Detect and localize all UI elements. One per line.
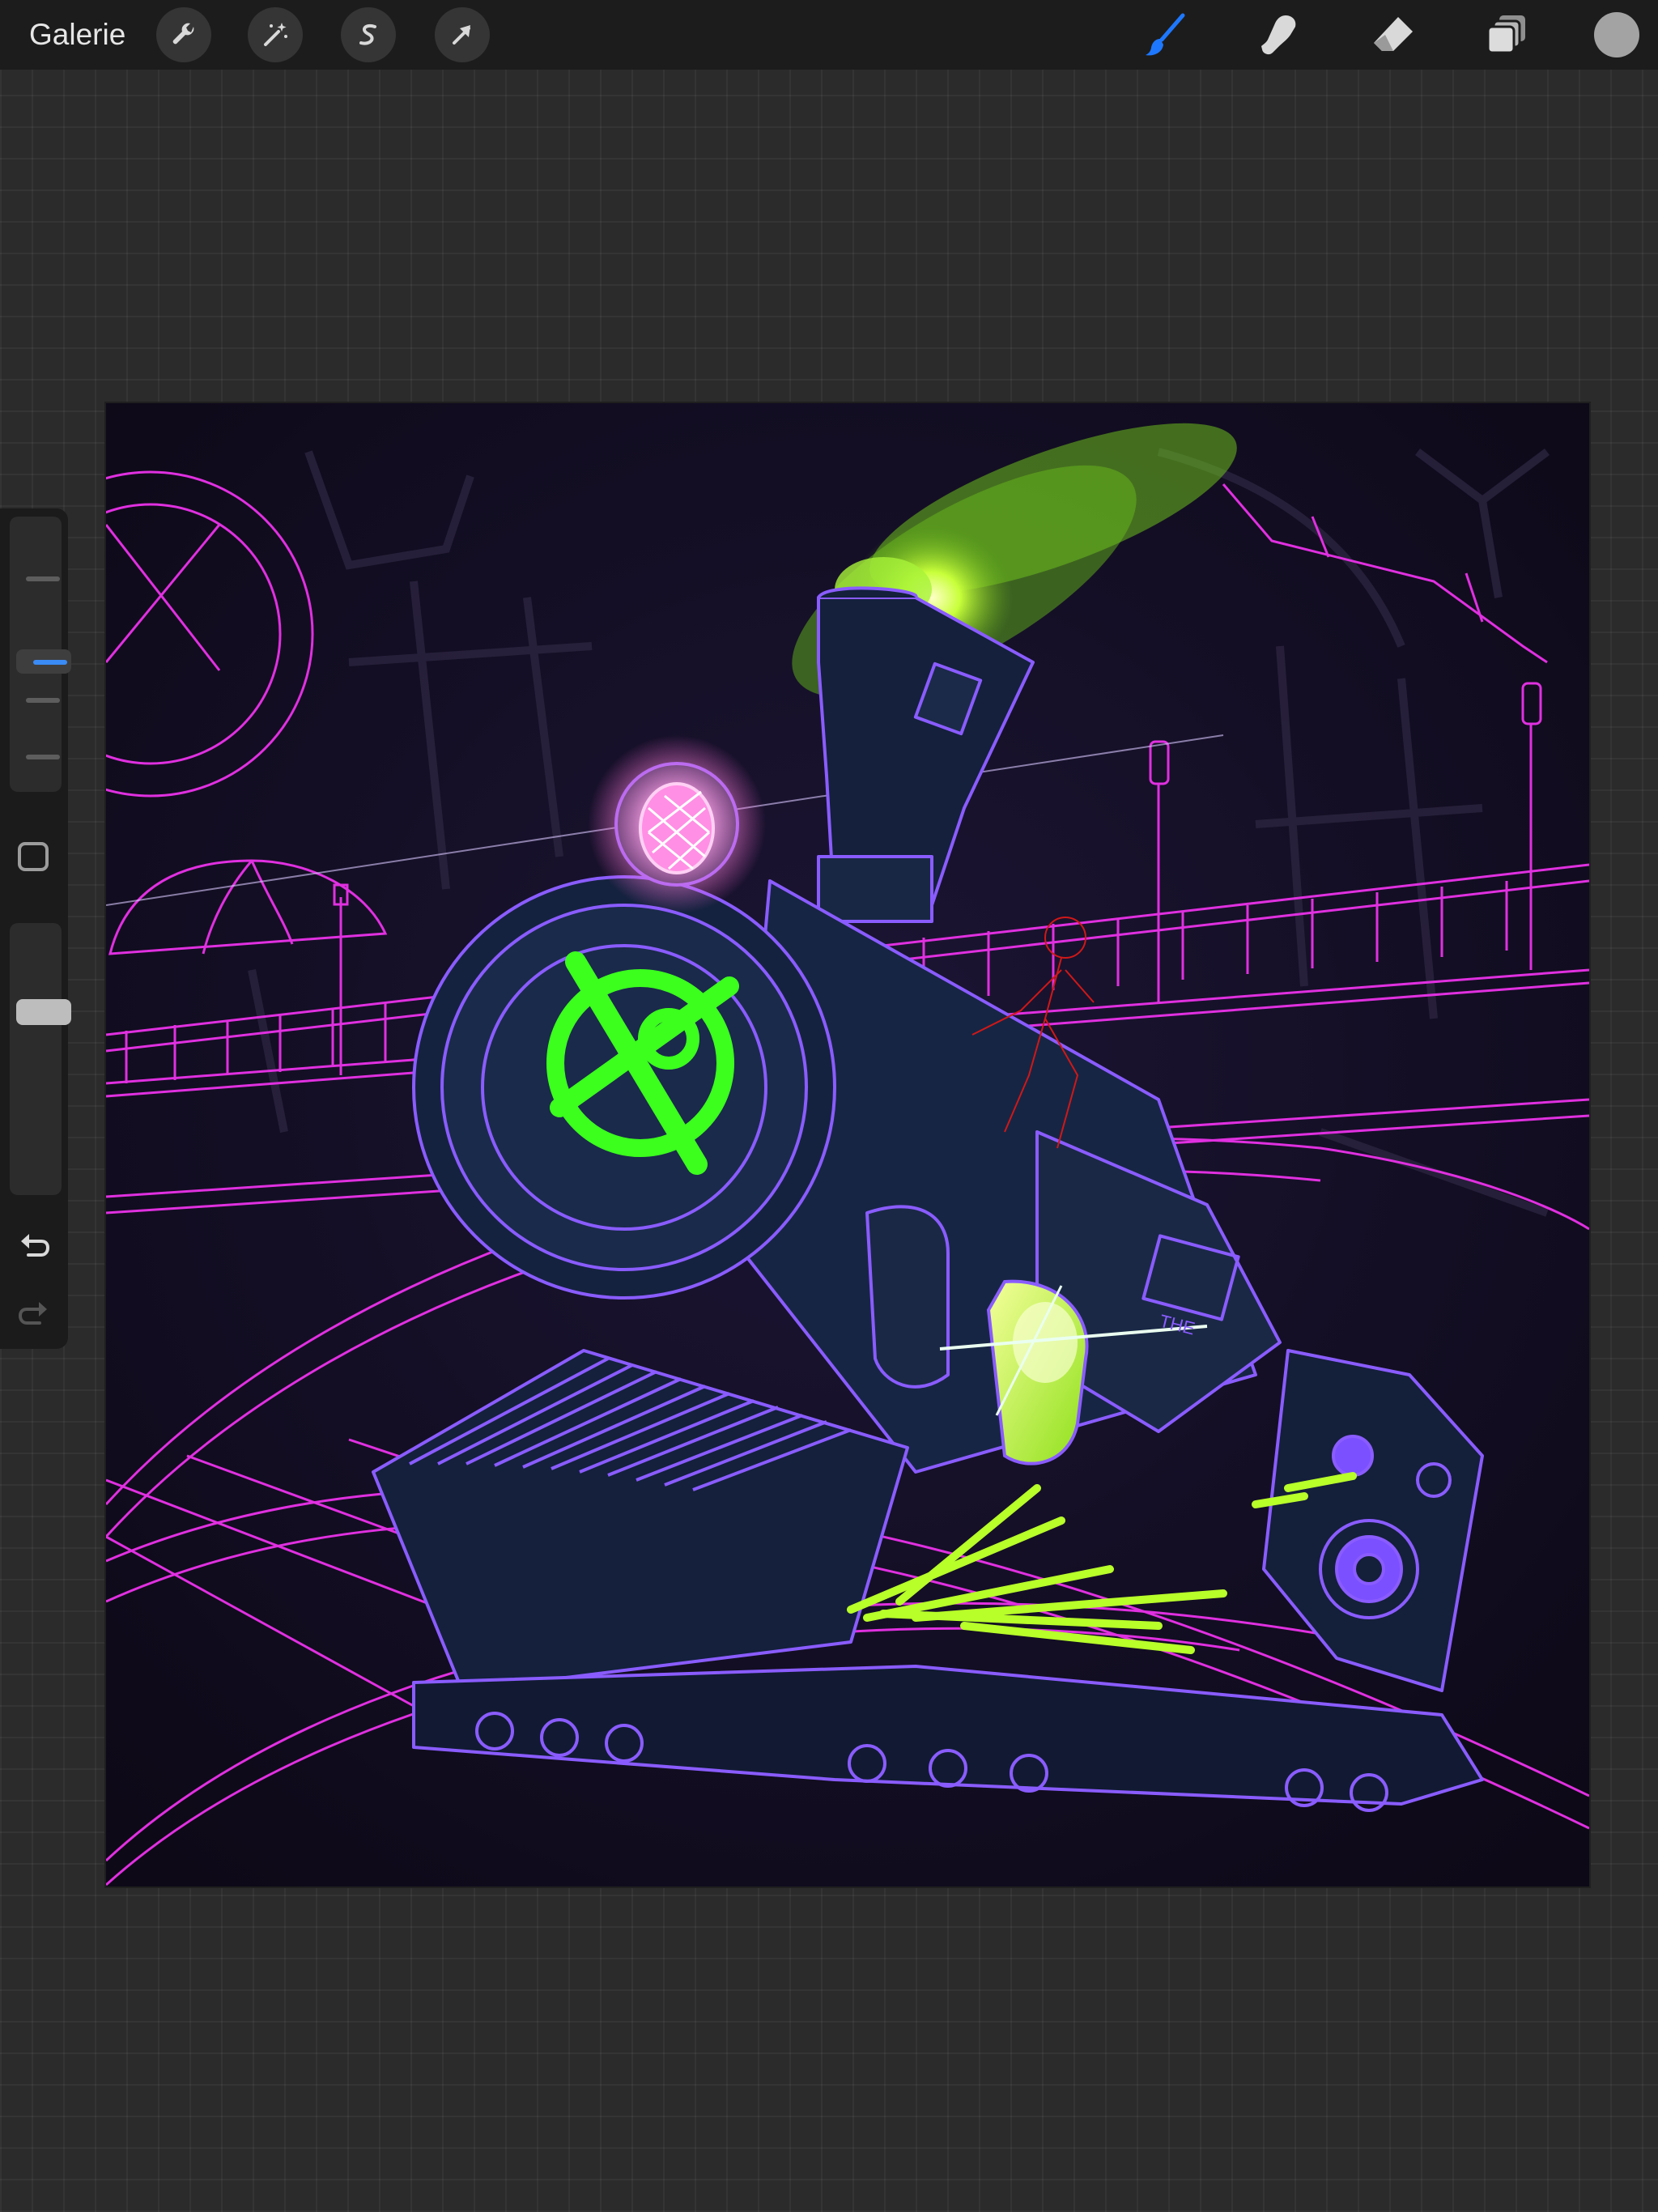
eraser-icon	[1374, 17, 1413, 51]
brush-opacity-thumb[interactable]	[16, 999, 71, 1025]
smudge-tool-button[interactable]	[1252, 8, 1306, 62]
eraser-tool-button[interactable]	[1367, 8, 1420, 62]
selection-button[interactable]	[341, 7, 396, 62]
layers-button[interactable]	[1481, 8, 1534, 62]
size-preset-tick[interactable]	[26, 698, 60, 703]
transform-button[interactable]	[435, 7, 490, 62]
size-preset-tick[interactable]	[26, 576, 60, 581]
transform-arrow-icon	[453, 25, 470, 45]
magic-wand-icon	[264, 23, 287, 46]
adjustments-button[interactable]	[248, 7, 303, 62]
brush-opacity-slider[interactable]	[10, 923, 71, 1195]
redo-icon	[18, 1302, 47, 1325]
brush-sidebar	[0, 508, 71, 1349]
undo-button[interactable]	[10, 1221, 58, 1270]
modify-button[interactable]	[18, 842, 49, 871]
drawing-canvas[interactable]: THE	[0, 403, 1590, 1887]
brush-tool-button[interactable]	[1138, 8, 1192, 62]
brush-size-slider[interactable]	[10, 517, 71, 792]
brush-icon	[1146, 13, 1185, 56]
size-indicator	[33, 660, 67, 665]
wrench-icon	[172, 23, 194, 45]
layers-icon	[1486, 15, 1525, 54]
gallery-button[interactable]: Galerie	[29, 15, 125, 55]
brush-size-thumb[interactable]	[16, 649, 71, 674]
undo-icon	[21, 1234, 50, 1257]
color-picker-button[interactable]	[1594, 12, 1639, 57]
selection-s-icon	[359, 24, 376, 45]
actions-button[interactable]	[156, 7, 211, 62]
smudge-icon	[1261, 15, 1296, 55]
train-artwork: THE	[0, 403, 1590, 1887]
redo-button[interactable]	[10, 1289, 58, 1338]
headlamp	[588, 735, 766, 913]
top-toolbar: Galerie	[0, 0, 1658, 70]
size-preset-tick[interactable]	[26, 755, 60, 759]
